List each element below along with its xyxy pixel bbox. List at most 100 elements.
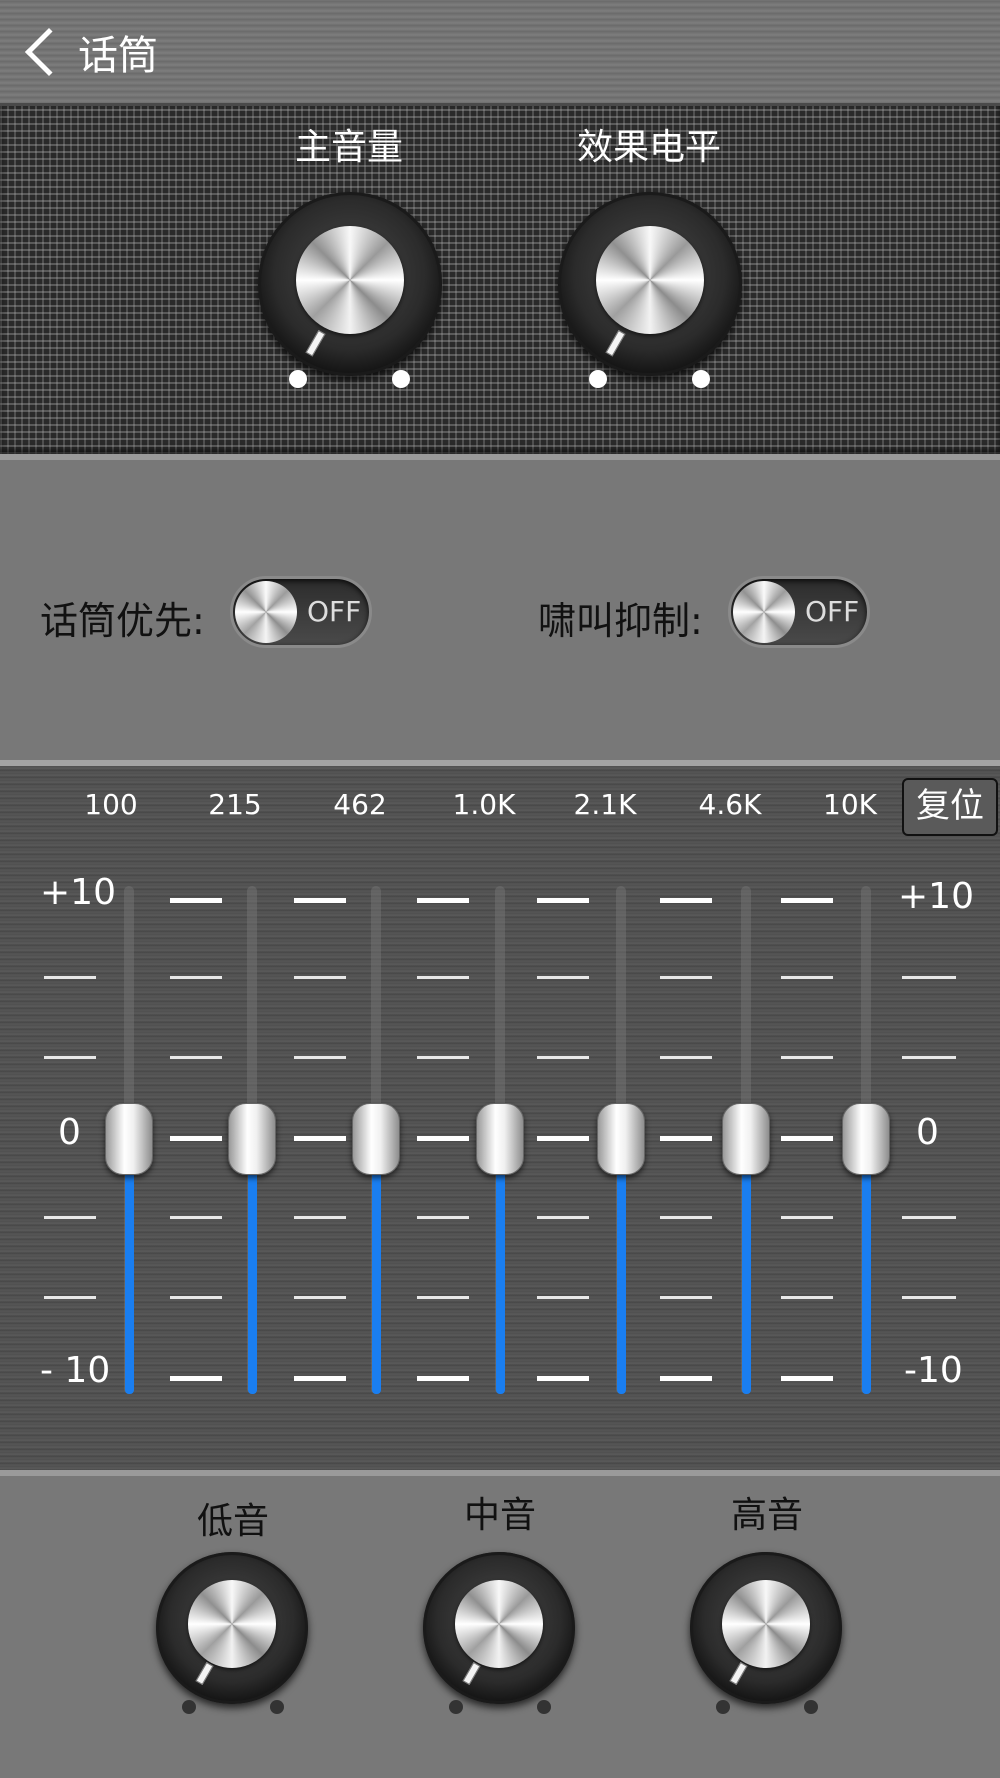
- toggle-state-text: OFF: [805, 595, 860, 628]
- scale-tick: [170, 1376, 222, 1381]
- scale-tick: [537, 1296, 589, 1299]
- scale-tick: [902, 1296, 956, 1299]
- freq-label-462: 462: [333, 788, 387, 821]
- tone-panel: 低音 中音 高音: [0, 1476, 1000, 1778]
- scale-tick: [417, 1136, 469, 1141]
- knob-pointer: [729, 1662, 748, 1686]
- scale-tick: [537, 976, 589, 979]
- howl-suppression-toggle[interactable]: OFF: [728, 576, 870, 648]
- knob-pointer: [305, 330, 326, 357]
- slider-fill: [248, 1137, 257, 1394]
- knob-pointer: [605, 330, 626, 357]
- bass-knob[interactable]: [156, 1552, 308, 1704]
- scale-tick: [781, 1216, 833, 1219]
- reset-button[interactable]: 复位: [902, 778, 998, 836]
- scale-tick: [417, 1296, 469, 1299]
- max-dot-icon: [804, 1700, 818, 1714]
- scale-tick: [660, 1056, 712, 1059]
- freq-label-1k: 1.0K: [452, 788, 516, 821]
- bass-label: 低音: [196, 1501, 269, 1542]
- scale-zero-right: 0: [916, 1112, 939, 1153]
- header-bar: 话筒: [0, 0, 1000, 106]
- chevron-left-icon[interactable]: [24, 27, 74, 77]
- back-button[interactable]: 话筒: [18, 22, 168, 82]
- toggle-thumb: [733, 581, 795, 643]
- scale-max-right: +10: [898, 876, 974, 917]
- scale-tick: [44, 1296, 96, 1299]
- mid-knob[interactable]: [423, 1552, 575, 1704]
- scale-tick: [537, 1376, 589, 1381]
- min-dot-icon: [589, 370, 607, 388]
- equalizer-panel: 100 215 462 1.0K 2.1K 4.6K 10K 复位 +10 0 …: [0, 766, 1000, 1476]
- knob-cap: [188, 1580, 276, 1668]
- slider-fill: [372, 1137, 381, 1394]
- eq-slider-handle-4-6k[interactable]: [722, 1103, 770, 1175]
- scale-tick: [660, 898, 712, 903]
- knob-cap: [455, 1580, 543, 1668]
- eq-slider-handle-100[interactable]: [105, 1103, 153, 1175]
- scale-tick: [44, 1216, 96, 1219]
- slider-fill: [496, 1137, 505, 1394]
- master-volume-knob[interactable]: [258, 192, 442, 376]
- knob-pointer: [195, 1662, 214, 1686]
- eq-slider-handle-215[interactable]: [228, 1103, 276, 1175]
- eq-slider-handle-462[interactable]: [352, 1103, 400, 1175]
- master-volume-label: 主音量: [294, 127, 403, 168]
- freq-label-215: 215: [208, 788, 262, 821]
- knob-cap: [722, 1580, 810, 1668]
- max-dot-icon: [270, 1700, 284, 1714]
- min-dot-icon: [289, 370, 307, 388]
- grille-panel: 主音量 效果电平: [0, 106, 1000, 460]
- scale-tick: [294, 976, 346, 979]
- scale-tick: [902, 976, 956, 979]
- mic-priority-toggle[interactable]: OFF: [230, 576, 372, 648]
- scale-tick: [537, 898, 589, 903]
- slider-fill: [862, 1137, 871, 1394]
- toggle-thumb: [235, 581, 297, 643]
- treble-knob[interactable]: [690, 1552, 842, 1704]
- scale-tick: [294, 1056, 346, 1059]
- scale-tick: [294, 898, 346, 903]
- knob-cap: [296, 226, 404, 334]
- scale-tick: [902, 1056, 956, 1059]
- scale-tick: [781, 1136, 833, 1141]
- scale-tick: [170, 1216, 222, 1219]
- mic-priority-label: 话筒优先:: [40, 599, 205, 643]
- scale-tick: [170, 976, 222, 979]
- effect-level-knob[interactable]: [558, 192, 742, 376]
- switch-panel: 话筒优先: OFF 啸叫抑制: OFF: [0, 460, 1000, 766]
- scale-tick: [902, 1216, 956, 1219]
- effect-level-label: 效果电平: [576, 127, 721, 168]
- scale-tick: [294, 1296, 346, 1299]
- scale-tick: [660, 1216, 712, 1219]
- scale-zero-left: 0: [58, 1112, 81, 1153]
- scale-tick: [537, 1216, 589, 1219]
- scale-max-left: +10: [40, 872, 116, 913]
- eq-slider-handle-2-1k[interactable]: [597, 1103, 645, 1175]
- scale-tick: [660, 1376, 712, 1381]
- max-dot-icon: [537, 1700, 551, 1714]
- scale-tick: [660, 1136, 712, 1141]
- min-dot-icon: [182, 1700, 196, 1714]
- freq-label-4-6k: 4.6K: [698, 788, 762, 821]
- eq-slider-handle-10k[interactable]: [842, 1103, 890, 1175]
- scale-min-left: - 10: [40, 1350, 111, 1391]
- scale-tick: [170, 1056, 222, 1059]
- freq-label-2-1k: 2.1K: [573, 788, 637, 821]
- scale-tick: [781, 1056, 833, 1059]
- scale-tick: [660, 976, 712, 979]
- scale-min-right: -10: [904, 1350, 963, 1391]
- max-dot-icon: [692, 370, 710, 388]
- scale-tick: [294, 1136, 346, 1141]
- scale-tick: [537, 1136, 589, 1141]
- scale-tick: [417, 1376, 469, 1381]
- scale-tick: [170, 1136, 222, 1141]
- mid-label: 中音: [463, 1495, 536, 1536]
- eq-slider-handle-1-0k[interactable]: [476, 1103, 524, 1175]
- scale-tick: [781, 976, 833, 979]
- slider-fill: [125, 1137, 134, 1394]
- scale-tick: [44, 976, 96, 979]
- scale-tick: [417, 898, 469, 903]
- scale-tick: [417, 1216, 469, 1219]
- scale-tick: [781, 1376, 833, 1381]
